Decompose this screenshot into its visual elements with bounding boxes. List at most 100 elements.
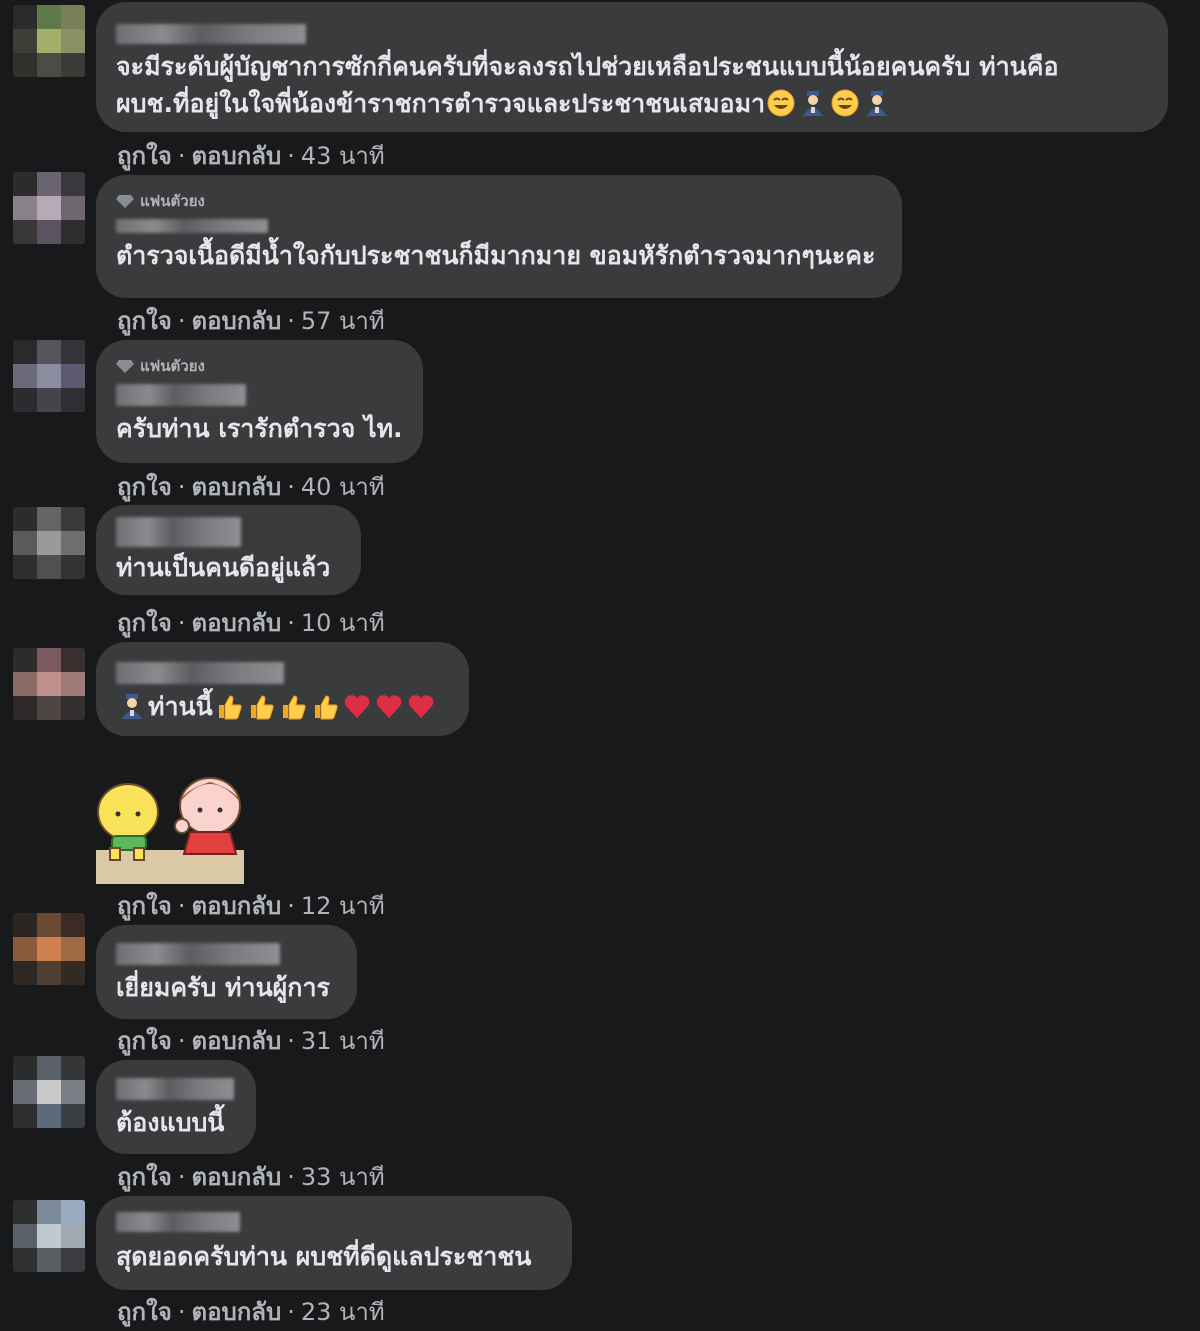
comment-actions: ถูกใจ · ตอบกลับ · 57 นาที: [117, 301, 385, 340]
avatar[interactable]: [13, 648, 85, 720]
reply-button[interactable]: ตอบกลับ: [191, 307, 281, 335]
police-officer-emoji: [867, 91, 888, 116]
comment-bubble: ต้องแบบนี้: [96, 1060, 256, 1154]
separator: ·: [287, 892, 295, 920]
comment-text: ท่านนี้: [116, 688, 447, 725]
timestamp[interactable]: 57 นาที: [301, 307, 385, 335]
comment-text: เยี่ยมครับ ท่านผู้การ: [116, 973, 330, 1002]
comment-bubble: ท่านเป็นคนดีอยู่แล้ว: [96, 505, 361, 595]
commenter-name[interactable]: [116, 662, 284, 684]
comment-actions: ถูกใจ · ตอบกลับ · 33 นาที: [117, 1157, 385, 1196]
reply-button[interactable]: ตอบกลับ: [191, 473, 281, 501]
sticker-image[interactable]: [96, 772, 244, 884]
reply-button[interactable]: ตอบกลับ: [191, 609, 281, 637]
commenter-name[interactable]: [116, 219, 268, 233]
reply-button[interactable]: ตอบกลับ: [191, 892, 281, 920]
like-button[interactable]: ถูกใจ: [117, 1027, 172, 1055]
like-button[interactable]: ถูกใจ: [117, 1163, 172, 1191]
comment-text: ครับท่าน เรารักตำรวจ ไท.: [116, 414, 403, 443]
separator: ·: [177, 473, 186, 501]
comment-text: ผบช.ที่อยู่ในใจพี่น้องข้าราชการตำรวจและป…: [116, 85, 1146, 122]
timestamp[interactable]: 40 นาที: [301, 473, 385, 501]
like-button[interactable]: ถูกใจ: [117, 142, 172, 170]
timestamp[interactable]: 43 นาที: [301, 142, 385, 170]
separator: ·: [177, 1298, 186, 1326]
top-fan-badge: แฟนตัวยง: [116, 189, 880, 213]
thumbs-up-emoji: [282, 695, 306, 720]
reply-button[interactable]: ตอบกลับ: [191, 1027, 281, 1055]
police-officer-emoji: [803, 91, 824, 116]
thumbs-up-emoji: [250, 695, 274, 720]
comment-bubble: ท่านนี้: [96, 642, 469, 736]
timestamp[interactable]: 23 นาที: [301, 1298, 385, 1326]
comment-bubble: เยี่ยมครับ ท่านผู้การ: [96, 925, 357, 1019]
smiling-face-emoji: [831, 89, 860, 117]
smiling-face-emoji: [767, 89, 796, 117]
comment-text: ตำรวจเนื้อดีมีน้ำใจกับประชาชนก็มีมากมาย …: [116, 241, 876, 270]
timestamp[interactable]: 31 นาที: [301, 1027, 385, 1055]
comment-bubble: จะมีระดับผู้บัญชาการซักกี่คนครับที่จะลงร…: [96, 2, 1168, 132]
comment-text: ท่านเป็นคนดีอยู่แล้ว: [116, 553, 331, 582]
avatar[interactable]: [13, 507, 85, 579]
yellow-character: [97, 783, 159, 861]
diamond-badge-icon: [116, 360, 134, 373]
comment-bubble: สุดยอดครับท่าน ผบชที่ดีดูแลประชาชน: [96, 1196, 572, 1290]
avatar[interactable]: [13, 340, 85, 412]
red-heart-emoji: [408, 695, 434, 718]
comment-bubble: แฟนตัวยง ตำรวจเนื้อดีมีน้ำใจกับประชาชนก็…: [96, 175, 902, 298]
commenter-name[interactable]: [116, 1078, 234, 1100]
police-officer-emoji: [122, 694, 142, 719]
separator: ·: [287, 142, 295, 170]
separator: ·: [177, 892, 186, 920]
like-button[interactable]: ถูกใจ: [117, 473, 172, 501]
red-heart-emoji: [376, 695, 402, 718]
reply-button[interactable]: ตอบกลับ: [191, 142, 281, 170]
commenter-name[interactable]: [116, 943, 280, 965]
avatar[interactable]: [13, 913, 85, 985]
avatar[interactable]: [13, 1200, 85, 1272]
comment-actions: ถูกใจ · ตอบกลับ · 43 นาที: [117, 136, 385, 175]
separator: ·: [177, 1027, 186, 1055]
top-fan-badge: แฟนตัวยง: [116, 354, 401, 378]
separator: ·: [177, 142, 186, 170]
timestamp[interactable]: 12 นาที: [301, 892, 385, 920]
separator: ·: [287, 1298, 295, 1326]
comment-actions: ถูกใจ · ตอบกลับ · 23 นาที: [117, 1292, 385, 1331]
like-button[interactable]: ถูกใจ: [117, 307, 172, 335]
reply-button[interactable]: ตอบกลับ: [191, 1298, 281, 1326]
separator: ·: [287, 473, 295, 501]
like-button[interactable]: ถูกใจ: [117, 609, 172, 637]
separator: ·: [287, 307, 295, 335]
avatar[interactable]: [13, 172, 85, 244]
timestamp[interactable]: 10 นาที: [301, 609, 385, 637]
separator: ·: [287, 1027, 295, 1055]
comment-text: จะมีระดับผู้บัญชาการซักกี่คนครับที่จะลงร…: [116, 52, 1059, 81]
separator: ·: [177, 1163, 186, 1191]
diamond-badge-icon: [116, 195, 134, 208]
separator: ·: [177, 609, 186, 637]
commenter-name[interactable]: [116, 384, 246, 406]
comment-actions: ถูกใจ · ตอบกลับ · 40 นาที: [117, 467, 385, 506]
timestamp[interactable]: 33 นาที: [301, 1163, 385, 1191]
avatar[interactable]: [13, 5, 85, 77]
comment-actions: ถูกใจ · ตอบกลับ · 31 นาที: [117, 1021, 385, 1060]
comment-text: สุดยอดครับท่าน ผบชที่ดีดูแลประชาชน: [116, 1242, 532, 1271]
separator: ·: [177, 307, 186, 335]
comment-bubble: แฟนตัวยง ครับท่าน เรารักตำรวจ ไท.: [96, 340, 423, 463]
reply-button[interactable]: ตอบกลับ: [191, 1163, 281, 1191]
thumbs-up-emoji: [218, 695, 242, 720]
like-button[interactable]: ถูกใจ: [117, 892, 172, 920]
comment-actions: ถูกใจ · ตอบกลับ · 10 นาที: [117, 603, 385, 642]
pink-character: [174, 777, 241, 855]
commenter-name[interactable]: [116, 24, 306, 44]
thumbs-up-emoji: [314, 695, 338, 720]
separator: ·: [287, 609, 295, 637]
commenter-name[interactable]: [116, 1212, 240, 1232]
comment-text: ต้องแบบนี้: [116, 1108, 225, 1137]
avatar[interactable]: [13, 1056, 85, 1128]
separator: ·: [287, 1163, 295, 1191]
red-heart-emoji: [344, 695, 370, 718]
commenter-name[interactable]: [116, 517, 241, 547]
like-button[interactable]: ถูกใจ: [117, 1298, 172, 1326]
comment-actions: ถูกใจ · ตอบกลับ · 12 นาที: [117, 886, 385, 925]
